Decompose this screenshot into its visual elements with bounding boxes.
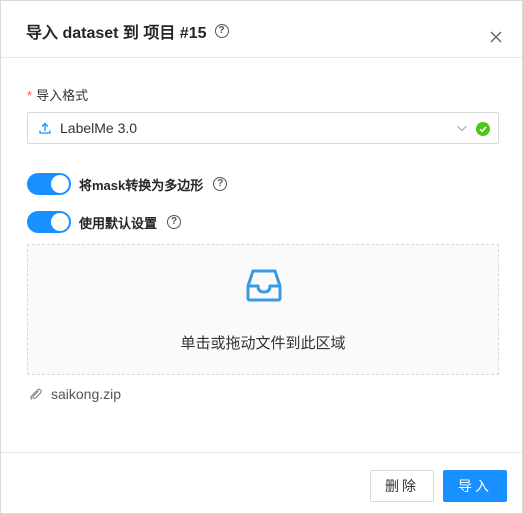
required-mark: * [27, 88, 33, 103]
title-help-icon[interactable]: ? [214, 24, 229, 38]
format-select-value: LabelMe 3.0 [60, 120, 138, 136]
upload-icon [39, 122, 51, 134]
format-field-label: * 导入格式 [27, 85, 88, 104]
dropzone-text: 单击或拖动文件到此区域 [180, 335, 346, 352]
uploaded-file-item[interactable]: saikong.zip [29, 386, 121, 402]
dialog-header: 导入 dataset 到 项目 #15 ? [1, 1, 522, 58]
toggle-knob [51, 213, 69, 231]
mask-help-icon[interactable]: ? [213, 177, 228, 191]
toggle-knob [51, 175, 69, 193]
file-name: saikong.zip [51, 386, 122, 402]
delete-button[interactable]: 删除 [370, 470, 434, 502]
import-dialog: 导入 dataset 到 项目 #15 ? * 导入格式 LabelMe 3.0 … [0, 0, 523, 514]
default-settings-label: 使用默认设置 [79, 215, 158, 231]
default-settings-help-icon[interactable]: ? [167, 215, 182, 229]
format-label-text: 导入格式 [36, 88, 89, 103]
close-icon[interactable] [488, 29, 504, 45]
dialog-title-text: 导入 dataset 到 项目 #15 [26, 25, 207, 42]
check-circle-icon [476, 122, 490, 136]
switch-row-mask-to-polygon: 将mask转换为多边形 ? [27, 173, 228, 195]
format-select[interactable]: LabelMe 3.0 [27, 112, 499, 144]
default-settings-toggle[interactable] [27, 211, 71, 233]
dialog-footer: 删除 导入 [1, 452, 522, 514]
mask-to-polygon-label: 将mask转换为多边形 [79, 177, 204, 193]
inbox-icon [246, 269, 282, 302]
dialog-title: 导入 dataset 到 项目 #15 ? [26, 19, 229, 43]
mask-to-polygon-toggle[interactable] [27, 173, 71, 195]
chevron-down-icon[interactable] [456, 122, 468, 134]
import-button[interactable]: 导入 [443, 470, 507, 502]
paperclip-icon [30, 388, 42, 400]
upload-dropzone[interactable]: 单击或拖动文件到此区域 [27, 244, 499, 375]
switch-row-default-settings: 使用默认设置 ? [27, 211, 182, 233]
